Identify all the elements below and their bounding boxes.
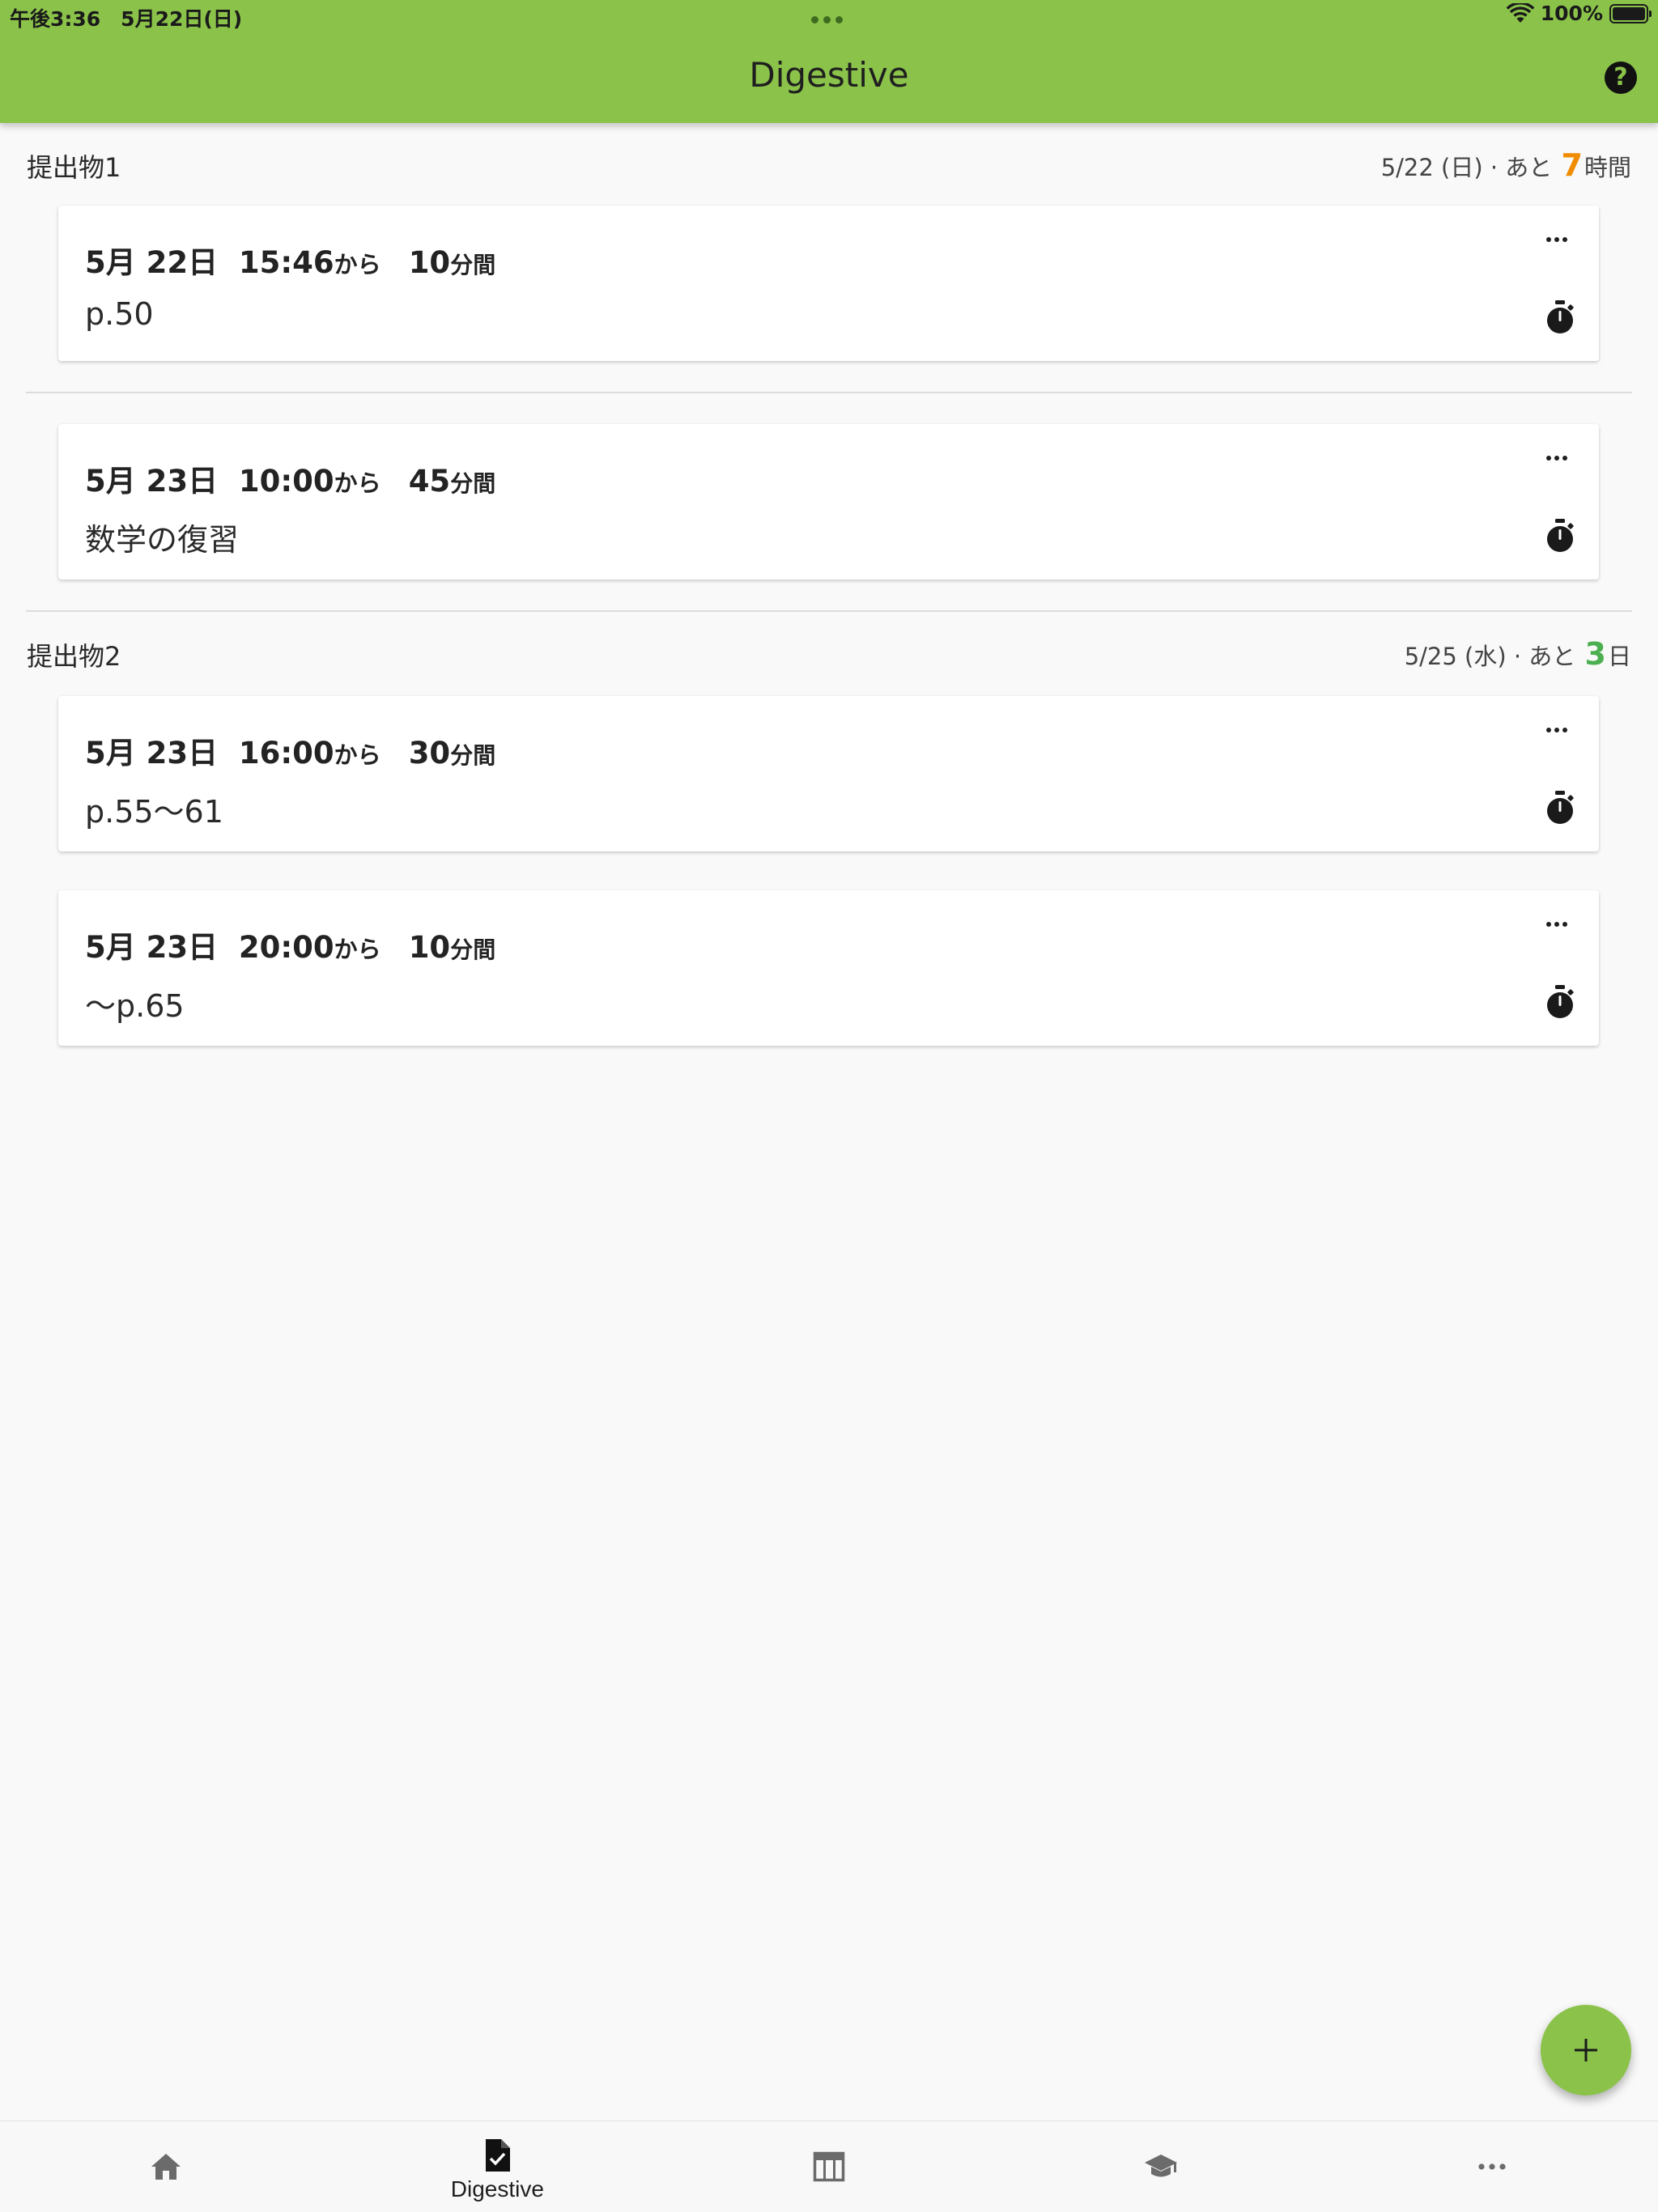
session-note: p.55〜61	[85, 794, 223, 830]
session-note: 数学の復習	[85, 522, 240, 558]
remaining-count: 7	[1561, 147, 1583, 183]
session-duration: 10	[408, 930, 451, 965]
study-session-card[interactable]: 5月 23日 20:00から 10分間 〜p.65	[58, 890, 1599, 1046]
stopwatch-icon[interactable]	[1544, 790, 1576, 826]
assignment-check-icon	[479, 2138, 515, 2173]
study-session-card[interactable]: 5月 22日 15:46から 10分間 p.50	[58, 206, 1599, 361]
session-duration: 30	[408, 736, 451, 771]
study-session-card[interactable]: 5月 23日 10:00から 45分間 数学の復習	[58, 424, 1599, 580]
session-duration-unit: 分間	[450, 936, 496, 963]
more-options-icon[interactable]	[1539, 448, 1575, 468]
battery-icon	[1609, 3, 1652, 23]
session-time: 10:00	[238, 464, 334, 499]
group-header[interactable]: 提出物1 5/22 (日) · あと 7時間	[0, 123, 1658, 206]
group-title: 提出物1	[27, 152, 121, 183]
nav-home[interactable]	[0, 2121, 332, 2212]
session-from-label: から	[334, 741, 381, 769]
due-date: 5/25 (水) · あと	[1404, 643, 1584, 670]
session-note: p.50	[85, 296, 154, 332]
battery-percent: 100%	[1540, 2, 1603, 25]
nav-digestive[interactable]: Digestive	[332, 2121, 664, 2212]
session-header: 5月 23日 10:00から 45分間	[85, 456, 495, 500]
session-header: 5月 23日 20:00から 10分間	[85, 923, 495, 966]
school-icon	[1143, 2149, 1179, 2184]
nav-more[interactable]	[1326, 2121, 1658, 2212]
assignment-group: 提出物1 5/22 (日) · あと 7時間 5月 22日 15:46から 10分…	[0, 123, 1658, 612]
session-from-label: から	[334, 469, 381, 497]
session-duration-unit: 分間	[450, 252, 496, 278]
due-info: 5/22 (日) · あと 7時間	[1381, 147, 1631, 183]
assignment-list: 提出物1 5/22 (日) · あと 7時間 5月 22日 15:46から 10分…	[0, 123, 1658, 1046]
session-date: 5月 23日	[85, 736, 219, 771]
add-session-button[interactable]	[1541, 2005, 1631, 2095]
nav-timetable[interactable]	[663, 2121, 995, 2212]
assignment-group: 提出物2 5/25 (水) · あと 3日 5月 23日 16:00から 30分間…	[0, 612, 1658, 1046]
stopwatch-icon[interactable]	[1544, 518, 1576, 554]
session-date: 5月 23日	[85, 464, 219, 499]
session-note: 〜p.65	[85, 988, 185, 1024]
stopwatch-icon[interactable]	[1544, 984, 1576, 1020]
remaining-unit: 時間	[1584, 154, 1631, 181]
nav-school[interactable]	[995, 2121, 1327, 2212]
nav-label: Digestive	[450, 2176, 544, 2201]
session-time: 20:00	[238, 930, 334, 965]
session-time: 15:46	[238, 245, 334, 280]
more-options-icon[interactable]	[1539, 915, 1575, 934]
session-from-label: から	[334, 936, 381, 963]
remaining-count: 3	[1584, 636, 1606, 672]
session-date: 5月 23日	[85, 930, 219, 965]
bottom-navigation: Digestive	[0, 2121, 1658, 2212]
due-info: 5/25 (水) · あと 3日	[1405, 636, 1631, 672]
stopwatch-icon[interactable]	[1544, 299, 1576, 335]
plus-icon	[1575, 2039, 1597, 2061]
wifi-icon	[1506, 2, 1534, 23]
help-icon[interactable]: ?	[1605, 62, 1637, 94]
study-session-card[interactable]: 5月 23日 16:00から 30分間 p.55〜61	[58, 696, 1599, 851]
page-title: Digestive	[749, 55, 909, 95]
multitasking-dots-icon[interactable]	[811, 16, 843, 23]
home-icon	[148, 2149, 184, 2184]
session-header: 5月 22日 15:46から 10分間	[85, 238, 495, 282]
due-date: 5/22 (日) · あと	[1380, 154, 1560, 181]
session-duration: 45	[408, 464, 451, 499]
app-bar: 午後3:36 5月22日(日) 100% Digestive ?	[0, 0, 1658, 123]
more-options-icon[interactable]	[1539, 720, 1575, 740]
status-time: 午後3:36 5月22日(日)	[10, 7, 243, 31]
session-duration-unit: 分間	[450, 742, 496, 769]
status-right: 100%	[1506, 2, 1652, 25]
more-horizontal-icon	[1474, 2149, 1510, 2184]
group-title: 提出物2	[27, 641, 121, 672]
remaining-unit: 日	[1607, 643, 1631, 670]
session-from-label: から	[334, 251, 381, 278]
group-header[interactable]: 提出物2 5/25 (水) · あと 3日	[0, 612, 1658, 696]
session-header: 5月 23日 16:00から 30分間	[85, 728, 495, 772]
session-duration-unit: 分間	[450, 470, 496, 497]
session-duration: 10	[408, 245, 451, 280]
session-date: 5月 22日	[85, 245, 219, 280]
session-time: 16:00	[238, 736, 334, 771]
more-options-icon[interactable]	[1539, 230, 1575, 249]
timetable-icon	[811, 2149, 847, 2184]
